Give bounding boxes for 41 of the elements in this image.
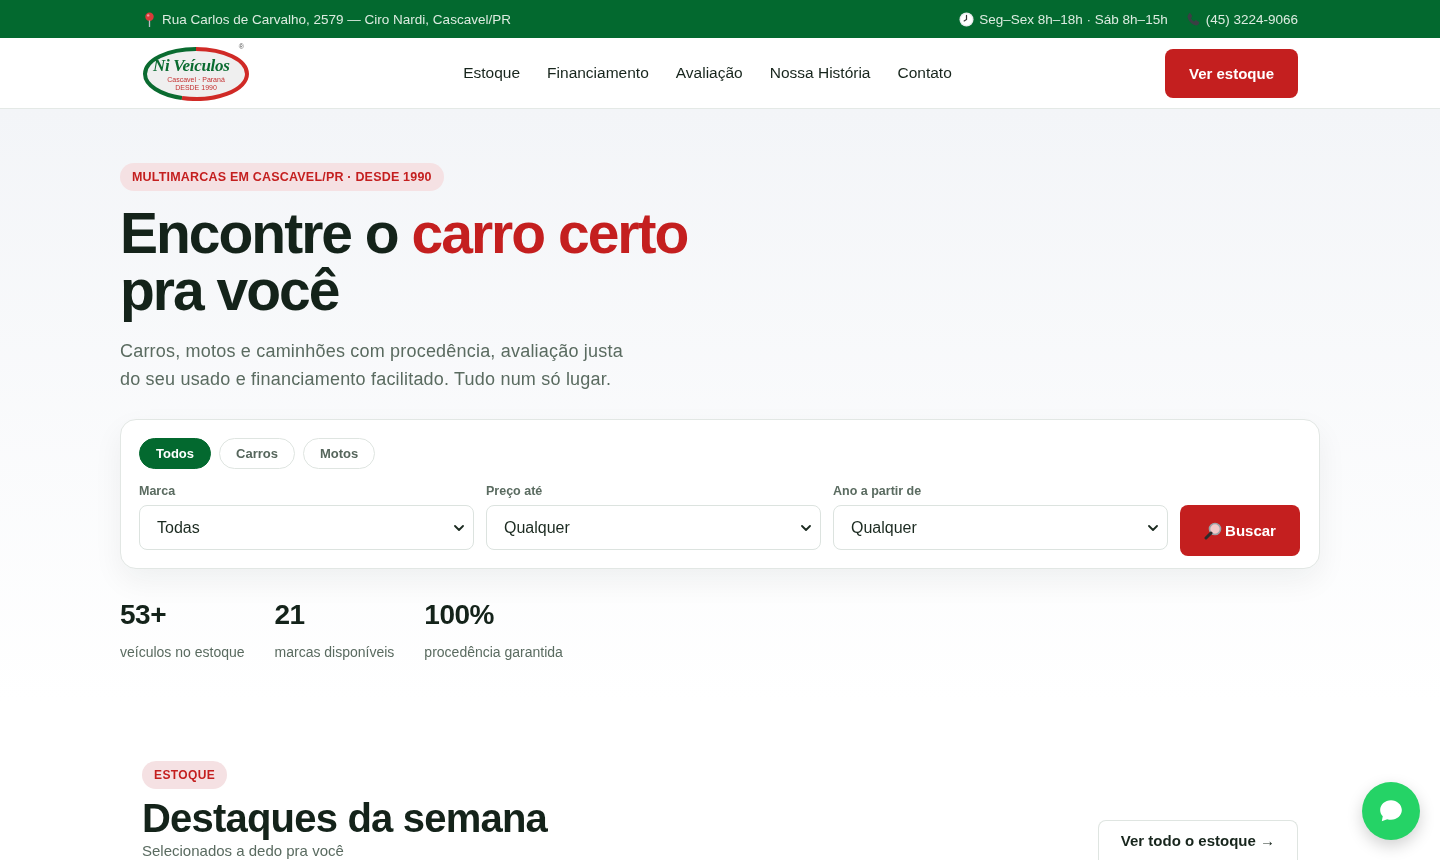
nav-link[interactable]: Estoque bbox=[463, 64, 521, 82]
search-icon bbox=[1204, 521, 1223, 540]
oval-emblem-icon bbox=[142, 45, 250, 101]
phone-text: (45) 3224-9066 bbox=[1205, 11, 1298, 27]
search-button[interactable]: Buscar bbox=[1180, 505, 1300, 556]
filter-tab[interactable]: Motos bbox=[302, 438, 376, 469]
field-label: Preço até bbox=[486, 484, 544, 499]
chevron-down-icon bbox=[1148, 524, 1158, 531]
logo-wordmark: Ni Veículos bbox=[153, 55, 230, 76]
chevron-down-icon bbox=[454, 524, 464, 531]
stat-value: 53+ bbox=[120, 599, 167, 631]
filter-tab[interactable]: Carros bbox=[219, 438, 295, 469]
select-field[interactable]: Qualquer bbox=[486, 505, 821, 550]
chevron-down-icon bbox=[801, 524, 811, 531]
filter-tab[interactable]: Todos bbox=[139, 438, 212, 469]
hero-subtitle: Carros, motos e caminhões com procedência, avaliação justa do seu usado e financiamento facilitado. Tudo num só lugar. bbox=[120, 340, 624, 391]
hours-text: Seg–Sex 8h–18h · Sáb 8h–15h bbox=[979, 11, 1168, 27]
section-title: Destaques da semana bbox=[142, 795, 547, 841]
stat-value: 100% bbox=[424, 599, 495, 631]
chat-bubble-icon bbox=[1378, 798, 1404, 824]
address-text: Rua Carlos de Carvalho, 2579 — Ciro Nardi, Cascavel/PR bbox=[162, 11, 511, 27]
phone-icon bbox=[1185, 11, 1201, 27]
clock-icon bbox=[959, 11, 975, 27]
hero-badge: MULTIMARCAS EM CASCAVEL/PR · DESDE 1990 bbox=[120, 163, 444, 191]
stat-label: procedência garantida bbox=[424, 643, 563, 661]
stat-value: 21 bbox=[274, 599, 306, 631]
nav-link[interactable]: Financiamento bbox=[547, 64, 649, 82]
view-all-button[interactable]: Ver todo o estoque → bbox=[1097, 820, 1298, 860]
field-label: Marca bbox=[139, 484, 177, 499]
stat-label: marcas disponíveis bbox=[274, 643, 395, 661]
nav-link[interactable]: Contato bbox=[897, 64, 952, 82]
section-badge: ESTOQUE bbox=[142, 761, 228, 789]
nav-link[interactable]: Avaliação bbox=[675, 64, 743, 82]
pushpin-icon bbox=[142, 11, 157, 27]
nav-link[interactable]: Nossa História bbox=[769, 64, 871, 82]
field-label: Ano a partir de bbox=[833, 484, 923, 499]
select-field[interactable]: Todas bbox=[139, 505, 474, 550]
section-subtitle: Selecionados a dedo pra você bbox=[142, 842, 344, 860]
stat-label: veículos no estoque bbox=[120, 643, 245, 661]
select-field[interactable]: Qualquer bbox=[833, 505, 1168, 550]
cta-button[interactable]: Ver estoque bbox=[1165, 48, 1298, 98]
